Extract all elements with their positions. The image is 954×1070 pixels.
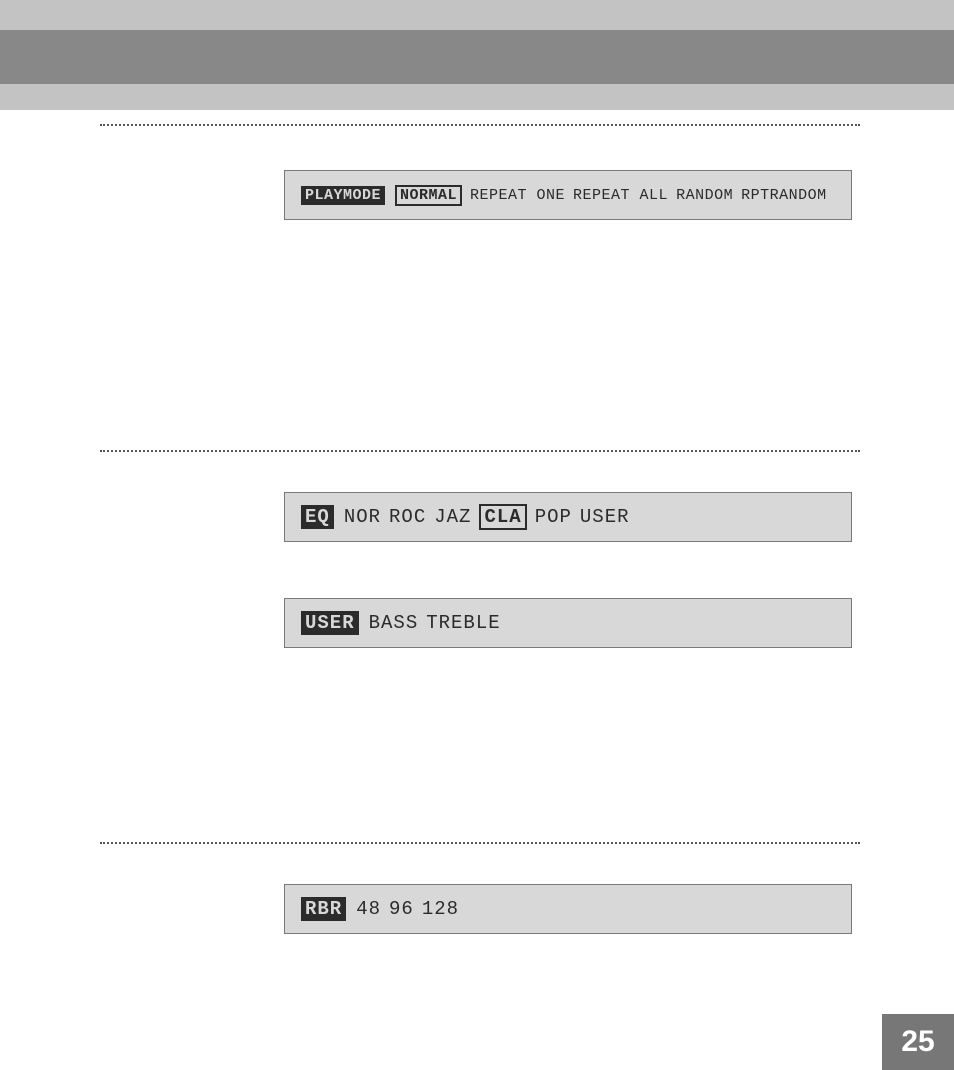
rbr-option: 96 bbox=[389, 898, 414, 920]
header-band-light-upper bbox=[0, 0, 954, 30]
playmode-option: REPEAT ALL bbox=[573, 187, 668, 204]
eq-label: EQ bbox=[301, 505, 334, 529]
lcd-playmode: PLAYMODE NORMAL REPEAT ONE REPEAT ALL RA… bbox=[284, 170, 852, 220]
playmode-selected: NORMAL bbox=[395, 185, 462, 206]
user-label: USER bbox=[301, 611, 359, 635]
eq-option: NOR bbox=[344, 506, 381, 528]
playmode-option: RPTRANDOM bbox=[741, 187, 827, 204]
section-divider bbox=[100, 124, 860, 126]
user-option: BASS bbox=[369, 612, 419, 634]
section-divider bbox=[100, 450, 860, 452]
header-band-light-lower bbox=[0, 84, 954, 110]
playmode-label: PLAYMODE bbox=[301, 186, 385, 205]
lcd-eq: EQ NOR ROC JAZ CLA POP USER bbox=[284, 492, 852, 542]
section-divider bbox=[100, 842, 860, 844]
eq-option: USER bbox=[580, 506, 630, 528]
page-number: 25 bbox=[901, 1025, 934, 1059]
rbr-option: 48 bbox=[356, 898, 381, 920]
eq-selected: CLA bbox=[479, 504, 526, 530]
lcd-user: USER BASS TREBLE bbox=[284, 598, 852, 648]
lcd-rbr: RBR 48 96 128 bbox=[284, 884, 852, 934]
eq-option: ROC bbox=[389, 506, 426, 528]
rbr-option: 128 bbox=[422, 898, 459, 920]
playmode-option: RANDOM bbox=[676, 187, 733, 204]
rbr-label: RBR bbox=[301, 897, 346, 921]
playmode-option: REPEAT ONE bbox=[470, 187, 565, 204]
eq-option: JAZ bbox=[434, 506, 471, 528]
page-number-badge: 25 bbox=[882, 1014, 954, 1070]
header-band-dark bbox=[0, 30, 954, 84]
user-option: TREBLE bbox=[426, 612, 500, 634]
eq-option: POP bbox=[535, 506, 572, 528]
